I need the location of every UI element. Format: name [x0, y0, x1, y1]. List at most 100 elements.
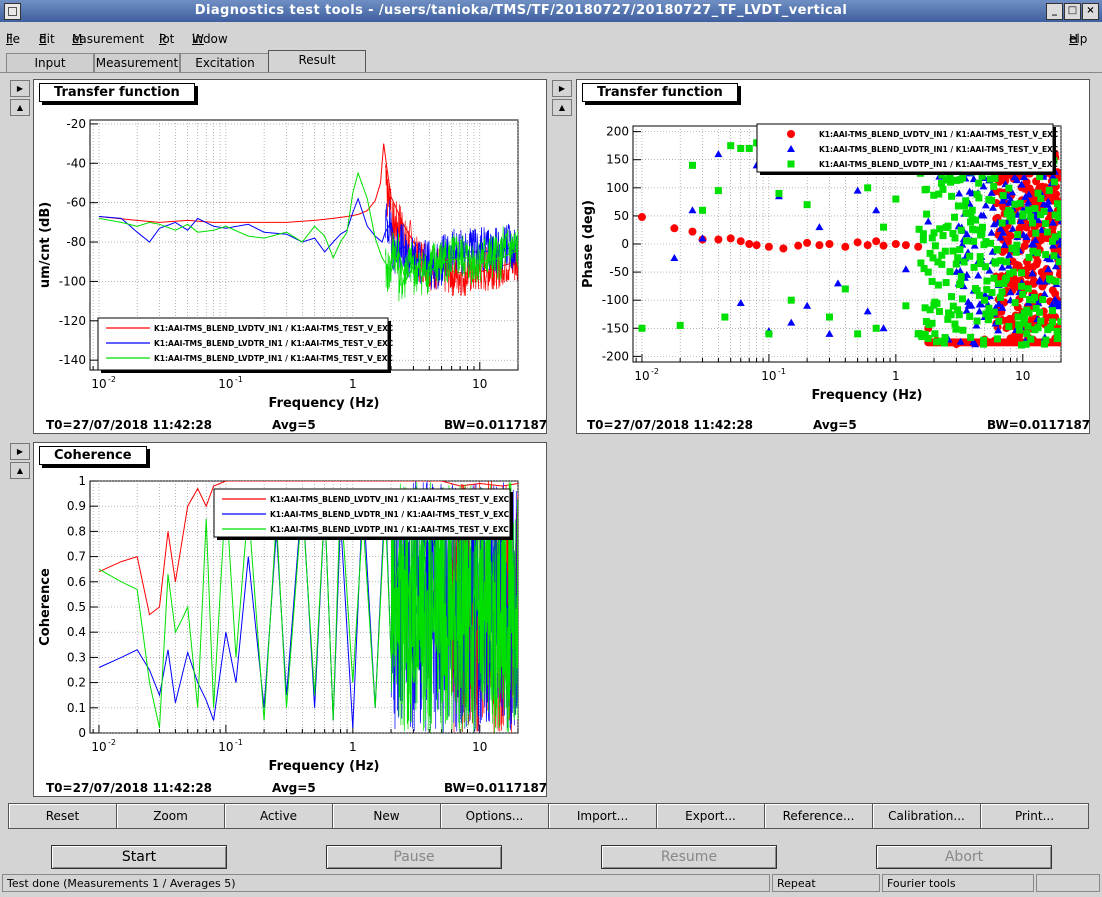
status-extra — [1036, 874, 1100, 892]
tab-result[interactable]: Result — [268, 50, 366, 73]
y-tick-label: 1 — [78, 474, 86, 488]
phase-dense-point-2 — [954, 254, 962, 262]
phase-point-2 — [676, 321, 684, 329]
phase-dense-point-2 — [947, 311, 955, 319]
x-tick-exponent: -2 — [651, 367, 659, 376]
panel3-next-arrow-icon[interactable]: ▶ — [10, 443, 30, 460]
phase-dense-point-2 — [919, 230, 927, 238]
phase-dense-point-2 — [1056, 207, 1061, 215]
y-tick-label: 100 — [606, 181, 629, 195]
phase-point-0 — [841, 242, 850, 251]
phase-point-0 — [901, 241, 910, 250]
phase-point-0 — [736, 237, 745, 246]
x-tick-label: 10 — [634, 369, 649, 383]
reference-button[interactable]: Reference... — [764, 803, 873, 829]
phase-point-2 — [892, 195, 900, 203]
phase-dense-point-2 — [967, 333, 975, 341]
menu-bar: File Edit Measurement Plot Window Help — [0, 24, 1102, 46]
tab-excitation[interactable]: Excitation — [180, 53, 270, 72]
calibration-button[interactable]: Calibration... — [872, 803, 981, 829]
y-tick-label: -80 — [66, 235, 86, 249]
phase-dense-point-2 — [1027, 213, 1035, 221]
close-button[interactable]: × — [1082, 3, 1099, 20]
phase-dense-point-2 — [928, 319, 936, 327]
maximize-button[interactable]: □ — [1064, 3, 1081, 20]
phase-dense-point-2 — [936, 225, 944, 233]
phase-dense-point-2 — [978, 229, 986, 237]
active-button[interactable]: Active — [224, 803, 333, 829]
y-tick-label: -100 — [602, 293, 629, 307]
menu-window-label: indow — [192, 32, 228, 46]
x-tick-exponent: -2 — [108, 738, 116, 747]
pause-button[interactable]: Pause — [326, 845, 502, 869]
y-tick-label: -120 — [59, 314, 86, 328]
phase-dense-point-2 — [983, 277, 991, 285]
phase-point-0 — [670, 224, 679, 233]
tab-measurement[interactable]: Measurement — [94, 53, 180, 72]
y-tick-label: -100 — [59, 274, 86, 288]
phase-point-0 — [745, 240, 754, 248]
phase-dense-point-2 — [923, 210, 931, 218]
phase-dense-point-2 — [970, 237, 978, 245]
zoom-button[interactable]: Zoom — [116, 803, 225, 829]
panel3-up-arrow-icon[interactable]: ▲ — [10, 462, 30, 479]
legend-label-2: K1:AAI-TMS_BLEND_LVDTP_IN1 / K1:AAI-TMS_… — [154, 354, 393, 363]
phase-dense-point-2 — [1024, 322, 1032, 330]
phase-dense-point-2 — [1005, 323, 1013, 331]
reset-button[interactable]: Reset — [8, 803, 117, 829]
phase-point-0 — [891, 240, 900, 248]
phase-point-2 — [902, 302, 910, 310]
resume-button[interactable]: Resume — [601, 845, 777, 869]
phase-point-2 — [825, 313, 833, 321]
x-tick-label: 10 — [761, 369, 776, 383]
phase-point-2 — [745, 144, 753, 152]
phase-point-0 — [726, 234, 735, 243]
phase-dense-point-2 — [990, 182, 998, 190]
phase-dense-point-2 — [975, 194, 983, 202]
import-button[interactable]: Import... — [548, 803, 657, 829]
phase-dense-point-2 — [975, 179, 983, 187]
tf-magnitude-chart[interactable]: -20-40-60-80-100-120-14010 -2 10 -1 1 10Frequ… — [34, 80, 546, 433]
panel1-next-arrow-icon[interactable]: ▶ — [10, 80, 30, 97]
x-tick-label: 10 — [472, 740, 487, 754]
phase-dense-point-2 — [1012, 248, 1020, 256]
phase-point-0 — [764, 242, 773, 251]
phase-dense-point-2 — [1016, 199, 1024, 207]
export-button[interactable]: Export... — [656, 803, 765, 829]
tf-phase-panel: 200 150 100 50 0 -50 -100 -150 -200 10 -2 10 -1 1 10 Fr… — [576, 79, 1090, 434]
panel1-up-arrow-icon[interactable]: ▲ — [10, 99, 30, 116]
phase-dense-point-2 — [1013, 241, 1021, 249]
coherence-chart[interactable]: 10.90.80.70.60.50.40.30.20.1010 -2 10 -1 1 10… — [34, 443, 546, 796]
phase-dense-point-2 — [928, 234, 936, 242]
y-tick-label: 150 — [606, 153, 629, 167]
phase-dense-point-2 — [1057, 318, 1061, 326]
phase-dense-point-2 — [1042, 220, 1050, 228]
panel2-next-arrow-icon[interactable]: ▶ — [552, 80, 572, 97]
phase-dense-point-2 — [962, 237, 970, 245]
phase-point-2 — [803, 201, 811, 209]
phase-dense-point-2 — [954, 202, 962, 210]
print-button[interactable]: Print... — [980, 803, 1089, 829]
phase-point-0 — [779, 244, 788, 253]
phase-point-0 — [688, 227, 697, 236]
x-tick-label: 1 — [892, 369, 900, 383]
menu-file-label: ile — [6, 32, 21, 46]
legend-label-0: K1:AAI-TMS_BLEND_LVDTV_IN1 / K1:AAI-TMS_… — [270, 495, 510, 504]
phase-dense-point-2 — [957, 279, 965, 287]
start-button[interactable]: Start — [51, 845, 227, 869]
tab-input[interactable]: Input — [6, 53, 94, 72]
y-tick-label: 0.2 — [67, 676, 86, 690]
panel2-up-arrow-icon[interactable]: ▲ — [552, 99, 572, 116]
tf-phase-chart[interactable]: 200150100500-50-100-150-20010 -2 10 -1 1 10Fr… — [577, 80, 1089, 433]
abort-button[interactable]: Abort — [876, 845, 1052, 869]
y-tick-label: -20 — [66, 117, 86, 131]
phase-point-0 — [872, 237, 881, 246]
phase-dense-point-2 — [967, 209, 975, 217]
phase-dense-point-2 — [1005, 184, 1013, 192]
x-tick-label: 10 — [218, 740, 233, 754]
new-button[interactable]: New — [332, 803, 441, 829]
options-button[interactable]: Options... — [440, 803, 549, 829]
minimize-button[interactable]: _ — [1046, 3, 1063, 20]
legend-label-1: K1:AAI-TMS_BLEND_LVDTR_IN1 / K1:AAI-TMS_… — [819, 145, 1059, 154]
phase-point-2 — [956, 246, 964, 254]
